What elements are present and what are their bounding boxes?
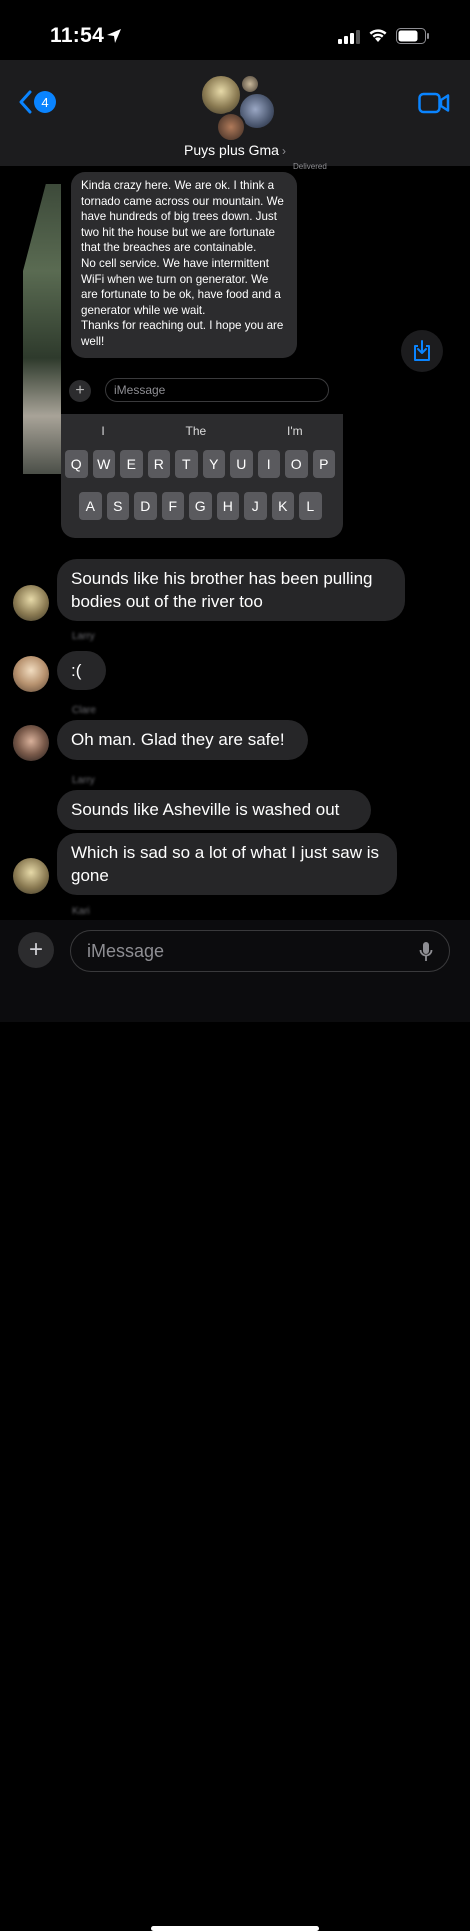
message-composer: + iMessage <box>0 920 470 1931</box>
screenshot-plus-icon: + <box>69 380 91 402</box>
suggestion-2: The <box>185 424 207 438</box>
screenshot-input-row: + iMessage <box>69 378 339 406</box>
back-button[interactable]: 4 <box>18 90 56 114</box>
sender-name: Kari <box>72 906 90 917</box>
key: D <box>134 492 157 520</box>
unread-count-badge: 4 <box>34 91 56 113</box>
key: W <box>92 450 115 478</box>
message-text: Sounds like Asheville is washed out <box>71 800 340 819</box>
microphone-icon[interactable] <box>419 941 433 963</box>
screenshot-delivered-label: Delivered <box>293 162 327 171</box>
home-indicator[interactable] <box>151 1926 319 1931</box>
keyboard-row-2: A S D F G H J K L <box>79 492 322 520</box>
message-text: :( <box>71 661 82 680</box>
message-bubble[interactable]: :( <box>57 651 106 690</box>
sender-name: Larry <box>72 775 95 786</box>
apps-plus-button[interactable]: + <box>18 932 54 968</box>
message-bubble[interactable]: Sounds like Asheville is washed out <box>57 790 371 830</box>
key: K <box>271 492 294 520</box>
key: A <box>79 492 102 520</box>
message-text: Sounds like his brother has been pulling… <box>71 569 373 611</box>
key: U <box>230 450 253 478</box>
chevron-right-icon: › <box>281 144 286 158</box>
imessage-input[interactable]: iMessage <box>70 930 450 972</box>
key: I <box>257 450 280 478</box>
screenshot-photo-strip <box>23 184 61 474</box>
keyboard-row-1: Q W E R T Y U I O P <box>65 450 335 478</box>
key: G <box>189 492 212 520</box>
conversation-header: 4 Puys plus Gma › <box>0 60 470 166</box>
status-time: 11:54 <box>50 24 105 47</box>
key: Y <box>202 450 225 478</box>
chevron-left-icon <box>19 90 32 114</box>
battery-icon <box>396 28 429 44</box>
screenshot-message-bubble: Kinda crazy here. We are ok. I think a t… <box>71 172 297 358</box>
message-bubble[interactable]: Sounds like his brother has been pulling… <box>57 559 405 621</box>
avatar[interactable] <box>13 858 49 894</box>
status-bar: 11:54 <box>0 0 470 60</box>
group-avatar-1 <box>200 74 242 116</box>
suggestion-3: I'm <box>286 424 303 438</box>
screenshot-keyboard: I The I'm Q W E R T Y U I O P A S D F G … <box>61 414 343 538</box>
key: O <box>285 450 308 478</box>
download-icon <box>414 340 430 361</box>
shared-screenshot-image[interactable]: Delivered Kinda crazy here. We are ok. I… <box>23 162 343 538</box>
key: T <box>175 450 198 478</box>
save-image-button[interactable] <box>401 330 443 372</box>
message-bubble[interactable]: Oh man. Glad they are safe! <box>57 720 308 760</box>
screenshot-suggestion-bar: I The I'm <box>61 424 343 438</box>
key: F <box>161 492 184 520</box>
avatar[interactable] <box>13 725 49 761</box>
key: S <box>106 492 129 520</box>
imessage-input-placeholder: iMessage <box>87 940 165 961</box>
key: P <box>312 450 335 478</box>
key: E <box>120 450 143 478</box>
screenshot-input-placeholder: iMessage <box>114 383 166 397</box>
plus-icon: + <box>28 936 43 963</box>
suggestion-1: I <box>101 424 105 438</box>
video-call-icon[interactable] <box>418 92 450 114</box>
cellular-signal-icon <box>338 30 360 44</box>
sender-name: Larry <box>72 631 95 642</box>
key: H <box>216 492 239 520</box>
location-arrow-icon <box>107 29 121 43</box>
message-bubble[interactable]: Which is sad so a lot of what I just saw… <box>57 833 397 895</box>
key: L <box>299 492 322 520</box>
screenshot-input-field: iMessage <box>105 378 329 402</box>
group-name-label: Puys plus Gma <box>184 142 279 158</box>
avatar[interactable] <box>13 585 49 621</box>
group-name[interactable]: Puys plus Gma › <box>0 142 470 158</box>
message-text: Oh man. Glad they are safe! <box>71 730 285 749</box>
group-avatar-4 <box>216 112 246 142</box>
wifi-icon <box>369 29 387 42</box>
message-text: Which is sad so a lot of what I just saw… <box>71 843 380 885</box>
key: Q <box>65 450 88 478</box>
avatar[interactable] <box>13 656 49 692</box>
group-avatar-2 <box>240 74 260 94</box>
sender-name: Clare <box>72 705 96 716</box>
key: R <box>147 450 170 478</box>
group-avatar-cluster[interactable] <box>198 72 278 142</box>
key: J <box>244 492 267 520</box>
